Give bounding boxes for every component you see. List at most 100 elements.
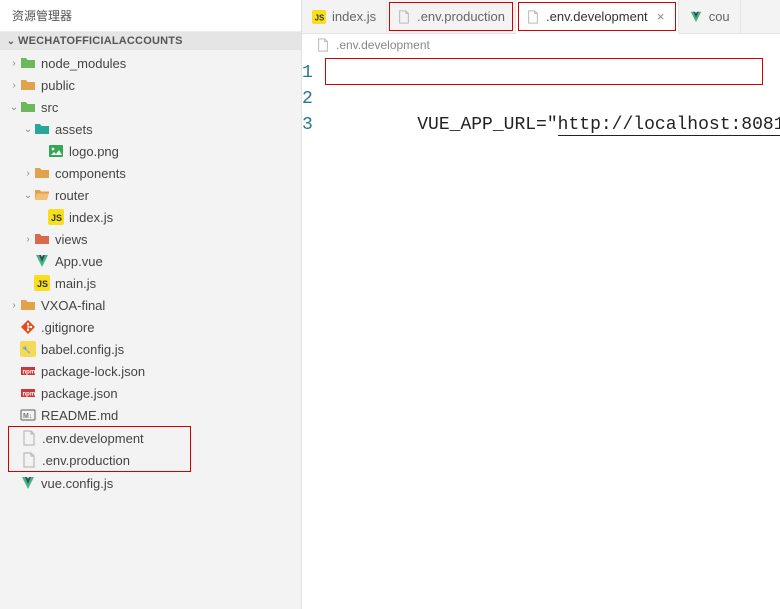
project-header[interactable]: ⌄ WECHATOFFICIALACCOUNTS [0,32,301,50]
tree-item-src[interactable]: ⌄ src [0,96,301,118]
project-name: WECHATOFFICIALACCOUNTS [18,35,183,47]
folder-teal-icon [34,121,50,137]
editor-area: JSindex.js .env.production .env.developmen… [302,0,780,609]
tree-item-label: vue.config.js [41,476,113,491]
chevron-down-icon[interactable]: ⌄ [22,124,34,135]
tree-item-label: README.md [41,408,118,423]
tree-item-node-modules[interactable]: › node_modules [0,52,301,74]
svg-text:npm: npm [23,392,36,398]
tab-label: .env.development [546,9,648,24]
vue-icon [689,10,703,24]
npm-icon: npm [20,385,36,401]
chevron-down-icon[interactable]: ⌄ [8,102,20,113]
svg-text:JS: JS [51,213,62,223]
tab-index-js[interactable]: JSindex.js [302,0,387,33]
folder-orange-icon [34,165,50,181]
tree-item-label: logo.png [69,144,119,159]
tree-item-label: index.js [69,210,113,225]
chevron-right-icon[interactable]: › [8,300,20,311]
tree-item-label: public [41,78,75,93]
folder-orange-icon [20,77,36,93]
line-number: 2 [302,86,313,112]
line-number: 3 [302,112,313,138]
tree-item-index-js[interactable]: JS index.js [0,206,301,228]
code-line-2[interactable] [331,86,780,112]
file-icon [316,38,330,52]
chevron-right-icon[interactable]: › [22,168,34,179]
vue-icon [34,253,50,269]
tree-item-package-json[interactable]: npm package.json [0,382,301,404]
tree-item-router[interactable]: ⌄ router [0,184,301,206]
tree-item--env-development[interactable]: .env.development [9,427,190,449]
svg-text:M↓: M↓ [23,413,32,420]
tree-item-label: .env.development [42,431,144,446]
breadcrumb[interactable]: .env.development [302,34,780,56]
svg-text:JS: JS [315,13,325,22]
tree-item--gitignore[interactable]: .gitignore [0,316,301,338]
folder-orange-open-icon [34,187,50,203]
line-gutter: 123 [302,60,331,609]
js-icon: JS [34,275,50,291]
tree-item-babel-config-js[interactable]: 🔧 babel.config.js [0,338,301,360]
tree-item-label: components [55,166,126,181]
highlight-box [325,58,763,85]
md-icon: M↓ [20,407,36,423]
file-icon [397,10,411,24]
tab--env-production[interactable]: .env.production [387,0,516,33]
tree-item-public[interactable]: › public [0,74,301,96]
tree-item-label: src [41,100,58,115]
tree-item-label: package.json [41,386,118,401]
tree-item-label: package-lock.json [41,364,145,379]
chevron-down-icon[interactable]: ⌄ [22,190,34,201]
npm-icon: npm [20,363,36,379]
js-icon: JS [48,209,64,225]
breadcrumb-text: .env.development [336,38,430,52]
code-line-3[interactable] [331,112,780,138]
tree-item-vue-config-js[interactable]: vue.config.js [0,472,301,494]
tree-item-label: babel.config.js [41,342,124,357]
tree-item-label: node_modules [41,56,126,71]
folder-green-icon [20,55,36,71]
image-icon [48,143,64,159]
file-icon [21,430,37,446]
folder-orange-icon [20,297,36,313]
tree-item-logo-png[interactable]: logo.png [0,140,301,162]
tab-cou[interactable]: cou [679,0,741,33]
chevron-right-icon[interactable]: › [8,58,20,69]
tree-item-readme-md[interactable]: M↓ README.md [0,404,301,426]
vue-icon [20,475,36,491]
tree-item-label: VXOA-final [41,298,105,313]
line-number: 1 [302,60,313,86]
highlight-group: .env.development .env.production [8,426,191,472]
tree-item-app-vue[interactable]: App.vue [0,250,301,272]
code-line-1[interactable]: VUE_APP_URL="http://localhost:8081" [331,60,780,86]
chevron-down-icon: ⌄ [4,36,18,47]
tree-item--env-production[interactable]: .env.production [9,449,190,471]
tree-item-views[interactable]: › views [0,228,301,250]
tab-label: .env.production [417,9,505,24]
git-icon [20,319,36,335]
explorer-title: 资源管理器 [0,0,301,32]
tab--env-development[interactable]: .env.development × [516,0,679,34]
chevron-right-icon[interactable]: › [22,234,34,245]
code-editor[interactable]: 123 VUE_APP_URL="http://localhost:8081" [302,56,780,609]
svg-text:npm: npm [23,370,36,376]
close-icon[interactable]: × [654,9,668,24]
tree-item-main-js[interactable]: JS main.js [0,272,301,294]
file-icon [526,10,540,24]
tree-item-label: main.js [55,276,96,291]
svg-text:🔧: 🔧 [22,345,31,354]
js-icon: JS [312,10,326,24]
tree-item-label: router [55,188,89,203]
tree-item-vxoa-final[interactable]: › VXOA-final [0,294,301,316]
tree-item-label: .gitignore [41,320,94,335]
tree-item-label: assets [55,122,93,137]
chevron-right-icon[interactable]: › [8,80,20,91]
tree-item-assets[interactable]: ⌄ assets [0,118,301,140]
tree-item-label: views [55,232,88,247]
file-icon [21,452,37,468]
code-content[interactable]: VUE_APP_URL="http://localhost:8081" [331,60,780,609]
tree-item-package-lock-json[interactable]: npm package-lock.json [0,360,301,382]
editor-tabs: JSindex.js .env.production .env.developmen… [302,0,780,34]
tree-item-components[interactable]: › components [0,162,301,184]
